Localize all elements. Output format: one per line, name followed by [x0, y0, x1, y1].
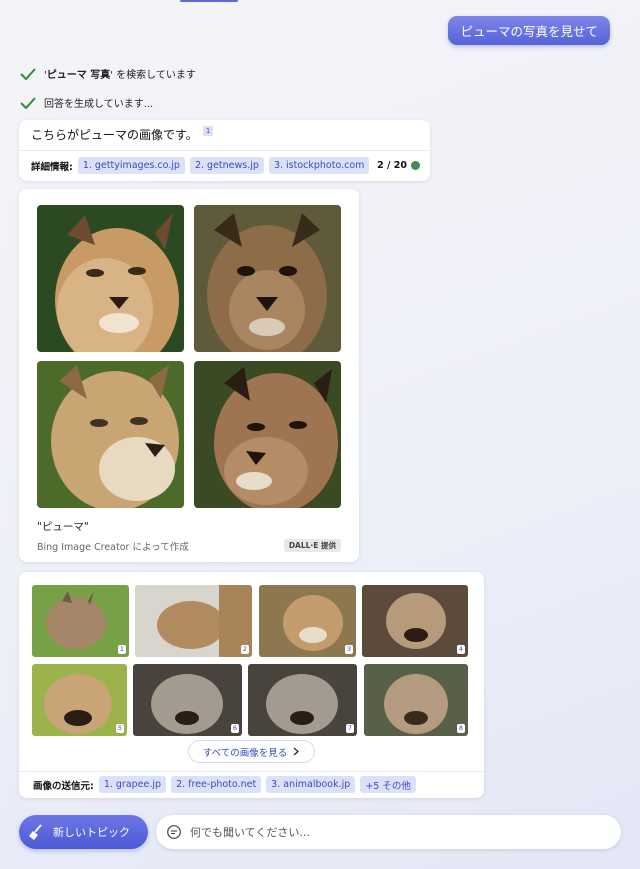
image-caption: "ピューマ": [37, 521, 89, 533]
turn-counter: 2 / 20: [377, 160, 420, 171]
chat-input[interactable]: 何でも聞いてください...: [156, 815, 621, 849]
new-topic-button[interactable]: 新しいトピック: [19, 815, 148, 849]
more-sources-link[interactable]: +5 その他: [360, 776, 416, 793]
thumbnail-number: 7: [345, 724, 354, 733]
divider: [19, 771, 484, 772]
dalle-badge: DALL·E 提供: [283, 539, 341, 552]
input-placeholder: 何でも聞いてください...: [190, 826, 310, 839]
image-thumbnail[interactable]: 3: [259, 585, 356, 657]
chat-bubble-icon: [167, 825, 181, 839]
source-link[interactable]: 1. gettyimages.co.jp: [77, 157, 185, 174]
source-link[interactable]: 2. free-photo.net: [171, 776, 262, 793]
thumbnail-number: 2: [240, 645, 249, 654]
user-message-text: ピューマの写真を見せて: [460, 24, 598, 39]
source-link[interactable]: 3. animalbook.jp: [266, 776, 356, 793]
search-progress-row: 'ピューマ 写真' を検索しています: [20, 66, 196, 81]
broom-icon: [29, 824, 42, 840]
source-link[interactable]: 3. istockphoto.com: [268, 157, 370, 174]
answer-text: こちらがピューマの画像です。 1: [31, 126, 214, 143]
image-thumbnail[interactable]: 8: [364, 664, 468, 736]
answer-card: こちらがピューマの画像です。 1 詳細情報: 1. gettyimages.co…: [19, 120, 430, 181]
generated-image[interactable]: [37, 361, 184, 508]
source-link[interactable]: 2. getnews.jp: [189, 157, 264, 174]
divider: [19, 150, 430, 151]
details-label: 詳細情報:: [31, 161, 73, 173]
generate-progress-row: 回答を生成しています...: [20, 95, 153, 110]
image-sources-label: 画像の送信元:: [33, 780, 94, 792]
generated-image[interactable]: [194, 205, 341, 352]
progress-text: 'ピューマ 写真' を検索しています: [44, 70, 196, 81]
image-thumbnail[interactable]: 2: [135, 585, 252, 657]
thumbnail-number: 3: [344, 645, 353, 654]
generated-image[interactable]: [194, 361, 341, 508]
check-icon: [20, 96, 36, 109]
image-creator-credit: Bing Image Creator によって作成: [37, 542, 189, 553]
check-icon: [20, 67, 36, 80]
image-thumbnail[interactable]: 5: [32, 664, 127, 736]
image-thumbnail[interactable]: 6: [133, 664, 242, 736]
chevron-right-icon: [293, 747, 300, 756]
details-row: 詳細情報: 1. gettyimages.co.jp 2. getnews.jp…: [31, 157, 420, 174]
see-all-images-button[interactable]: すべての画像を見る: [188, 740, 315, 763]
generated-images-card: "ピューマ" Bing Image Creator によって作成 DALL·E …: [19, 189, 359, 562]
thumbnail-number: 4: [456, 645, 465, 654]
progress-text: 回答を生成しています...: [44, 99, 154, 110]
web-images-card: 1 2 3 4 5 6 7 8 すべての画像を見る 画像の送信元: 1. gra…: [19, 572, 484, 798]
image-sources-row: 画像の送信元: 1. grapee.jp 2. free-photo.net 3…: [33, 776, 474, 793]
thumbnail-number: 8: [456, 724, 465, 733]
source-link[interactable]: 1. grapee.jp: [98, 776, 167, 793]
reference-marker[interactable]: 1: [202, 126, 214, 136]
scroll-indicator: [180, 0, 238, 2]
image-thumbnail[interactable]: 4: [362, 585, 468, 657]
image-thumbnail[interactable]: 7: [248, 664, 357, 736]
thumbnail-number: 6: [230, 724, 239, 733]
image-thumbnail[interactable]: 1: [32, 585, 129, 657]
new-topic-label: 新しいトピック: [53, 826, 130, 839]
thumbnail-number: 5: [115, 724, 124, 733]
generated-image[interactable]: [37, 205, 184, 352]
user-message-bubble: ピューマの写真を見せて: [448, 16, 610, 45]
status-dot: [411, 161, 420, 170]
thumbnail-number: 1: [117, 645, 126, 654]
